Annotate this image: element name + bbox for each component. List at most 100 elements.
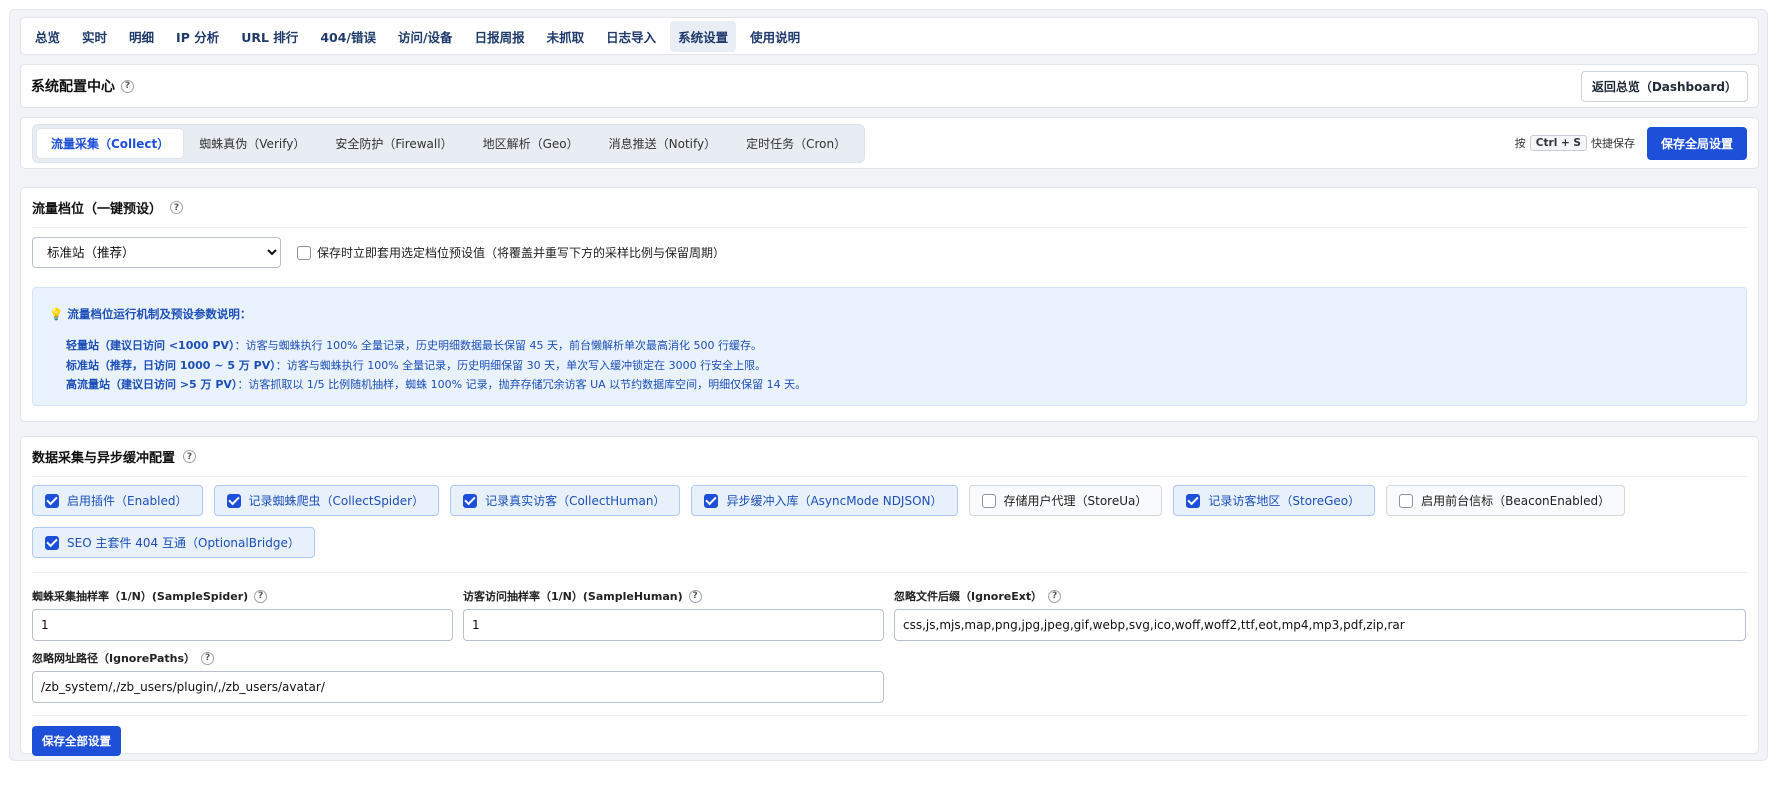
- apply-preset-checkbox[interactable]: 保存时立即套用选定档位预设值（将覆盖并重写下方的采样比例与保留周期）: [297, 244, 725, 261]
- ignore-paths-input[interactable]: [32, 671, 884, 703]
- tier-info-line-title: 标准站（推荐，日访问 1000 ~ 5 万 PV）: [66, 358, 276, 372]
- collect-option-checkbox[interactable]: 异步缓冲入库（AsyncMode NDJSON）: [691, 485, 958, 516]
- collect-option-label: 启用前台信标（BeaconEnabled）: [1421, 494, 1611, 508]
- shortcut-prefix: 按: [1514, 137, 1526, 150]
- tier-row: 标准站（推荐） 保存时立即套用选定档位预设值（将覆盖并重写下方的采样比例与保留周…: [32, 237, 1747, 268]
- checkbox-icon[interactable]: [45, 535, 59, 550]
- tier-info-line-title: 高流量站（建议日访问 >5 万 PV）: [66, 378, 238, 391]
- collect-option-checkbox[interactable]: SEO 主套件 404 互通（OptionalBridge）: [32, 527, 315, 558]
- tier-info-heading: 💡 流量档位运行机制及预设参数说明：: [49, 306, 1730, 322]
- collect-option-checkbox[interactable]: 记录蜘蛛爬虫（CollectSpider）: [213, 485, 440, 516]
- checkbox-icon[interactable]: [463, 493, 478, 508]
- section-title: 数据采集与异步缓冲配置 ?: [32, 437, 1747, 477]
- collect-option-checkbox[interactable]: 启用前台信标（BeaconEnabled）: [1386, 485, 1626, 516]
- page-title-text: 系统配置中心: [31, 79, 115, 95]
- tier-info-line-title: 轻量站（建议日访问 <1000 PV）: [66, 339, 235, 352]
- collect-options: 启用插件（Enabled） 记录蜘蛛爬虫（CollectSpider） 记录真实访客…: [32, 485, 1747, 573]
- collect-option-label: SEO 主套件 404 互通（OptionalBridge）: [67, 536, 300, 550]
- collect-option-checkbox[interactable]: 启用插件（Enabled）: [32, 485, 203, 516]
- checkbox-icon[interactable]: [45, 493, 59, 508]
- collect-option-checkbox[interactable]: 记录真实访客（CollectHuman）: [450, 485, 681, 516]
- save-global-button[interactable]: 保存全局设置: [1646, 126, 1747, 160]
- save-all-button[interactable]: 保存全部设置: [32, 726, 121, 756]
- settings-subtab[interactable]: 蜘蛛真伪（Verify）: [185, 129, 319, 158]
- help-icon[interactable]: ?: [201, 651, 215, 665]
- help-icon[interactable]: ?: [183, 450, 197, 463]
- sample-spider-label: 蜘蛛采集抽样率（1/N）(SampleSpider): [32, 590, 249, 603]
- page-header: 系统配置中心 ? 返回总览（Dashboard）: [20, 64, 1759, 108]
- help-icon[interactable]: ?: [254, 589, 268, 603]
- field-label: 蜘蛛采集抽样率（1/N）(SampleSpider) ?: [32, 587, 453, 605]
- settings-subtab[interactable]: 地区解析（Geo）: [469, 129, 593, 158]
- nav-tab[interactable]: 明细: [121, 21, 162, 52]
- save-area: 按 Ctrl + S 快捷保存 保存全局设置: [1514, 126, 1747, 160]
- settings-subtabs-bar: 流量采集（Collect） 蜘蛛真伪（Verify） 安全防护（Firewall）地…: [20, 117, 1759, 169]
- ignore-ext-input[interactable]: [894, 609, 1746, 641]
- checkbox-icon[interactable]: [1399, 493, 1414, 508]
- field-label: 忽略网址路径（IgnorePaths） ?: [32, 649, 884, 667]
- tier-info-heading-text: 流量档位运行机制及预设参数说明：: [67, 307, 252, 321]
- checkbox-icon[interactable]: [981, 493, 996, 508]
- collect-option-label: 记录蜘蛛爬虫（CollectSpider）: [248, 494, 425, 508]
- checkbox-icon[interactable]: [1186, 493, 1201, 508]
- nav-tab[interactable]: 系统设置: [670, 20, 737, 52]
- settings-subtabs: 流量采集（Collect） 蜘蛛真伪（Verify） 安全防护（Firewall）地…: [32, 123, 866, 163]
- help-icon[interactable]: ?: [1048, 589, 1062, 603]
- collect-option-label: 记录访客地区（StoreGeo）: [1208, 494, 1361, 508]
- checkbox-icon[interactable]: [297, 245, 311, 260]
- sample-human-field: 访客访问抽样率（1/N）(SampleHuman) ?: [463, 587, 884, 641]
- tier-info-line-text: ：访客抓取以 1/5 比例随机抽样，蜘蛛 100% 记录，抛弃存储冗余访客 UA…: [237, 378, 807, 391]
- settings-subtab[interactable]: 定时任务（Cron）: [732, 129, 860, 158]
- collect-option-label: 启用插件（Enabled）: [67, 494, 188, 508]
- collect-section: 数据采集与异步缓冲配置 ? 启用插件（Enabled） 记录蜘蛛爬虫（Collec…: [20, 436, 1759, 756]
- nav-tab[interactable]: 总览: [27, 21, 68, 52]
- collect-fields: 蜘蛛采集抽样率（1/N）(SampleSpider) ? 访客访问抽样率（1/N…: [32, 587, 1747, 641]
- help-icon[interactable]: ?: [688, 589, 702, 603]
- nav-tab[interactable]: 使用说明: [742, 21, 808, 52]
- tier-select[interactable]: 标准站（推荐）: [32, 237, 281, 268]
- tier-info-line: 高流量站（建议日访问 >5 万 PV）：访客抓取以 1/5 比例随机抽样，蜘蛛 …: [66, 375, 1730, 395]
- page-title: 系统配置中心 ?: [31, 76, 134, 96]
- nav-tab[interactable]: 实时: [74, 21, 115, 52]
- tier-info-line: 标准站（推荐，日访问 1000 ~ 5 万 PV）：访客与蜘蛛执行 100% 全…: [66, 356, 1730, 376]
- shortcut-suffix: 快捷保存: [1590, 137, 1635, 150]
- sample-human-label: 访客访问抽样率（1/N）(SampleHuman): [463, 590, 683, 603]
- collect-footer: 保存全部设置: [32, 715, 1747, 756]
- help-icon[interactable]: ?: [121, 79, 134, 93]
- collect-option-label: 记录真实访客（CollectHuman）: [485, 494, 666, 508]
- top-nav: 总览 实时 明细 IP 分析 URL 排行 404/错误 访问/设备 日报周报 未抓取 日志导入系…: [20, 17, 1759, 55]
- checkbox-icon[interactable]: [226, 493, 241, 508]
- sample-spider-input[interactable]: [32, 609, 453, 641]
- settings-subtab[interactable]: 流量采集（Collect）: [37, 128, 184, 158]
- nav-tab[interactable]: 访问/设备: [390, 21, 461, 52]
- collect-option-checkbox[interactable]: 记录访客地区（StoreGeo）: [1173, 485, 1376, 516]
- lightbulb-icon: 💡: [49, 307, 64, 321]
- field-label: 访客访问抽样率（1/N）(SampleHuman) ?: [463, 587, 884, 605]
- traffic-tier-section: 流量档位（一键预设） ? 标准站（推荐） 保存时立即套用选定档位预设值（将覆盖并…: [20, 187, 1759, 422]
- tier-info-box: 💡 流量档位运行机制及预设参数说明： 轻量站（建议日访问 <1000 PV）：访…: [32, 287, 1747, 406]
- tier-info-line-text: ：访客与蜘蛛执行 100% 全量记录，历史明细保留 30 天，单次写入缓冲锁定在…: [275, 358, 767, 372]
- nav-tab[interactable]: 日报周报: [467, 21, 533, 52]
- tier-info-line-text: ：访客与蜘蛛执行 100% 全量记录，历史明细数据最长保留 45 天，前台懒解析…: [234, 339, 762, 352]
- collect-option-label: 异步缓冲入库（AsyncMode NDJSON）: [726, 494, 943, 508]
- nav-tab[interactable]: 未抓取: [539, 21, 593, 52]
- settings-frame: 总览 实时 明细 IP 分析 URL 排行 404/错误 访问/设备 日报周报 未抓取 日志导入系…: [9, 9, 1768, 761]
- nav-tab[interactable]: 日志导入: [598, 21, 664, 52]
- ignore-paths-field: 忽略网址路径（IgnorePaths） ?: [32, 649, 884, 703]
- back-to-dashboard-button[interactable]: 返回总览（Dashboard）: [1580, 70, 1748, 102]
- checkbox-icon[interactable]: [704, 493, 719, 508]
- tier-info-line: 轻量站（建议日访问 <1000 PV）：访客与蜘蛛执行 100% 全量记录，历史…: [66, 336, 1730, 356]
- collect-option-checkbox[interactable]: 存储用户代理（StoreUa）: [968, 485, 1163, 516]
- collect-option-label: 存储用户代理（StoreUa）: [1003, 494, 1148, 508]
- nav-tab[interactable]: 404/错误: [312, 21, 384, 52]
- settings-subtab[interactable]: 消息推送（Notify）: [595, 129, 730, 158]
- help-icon[interactable]: ?: [170, 201, 184, 214]
- section-title: 流量档位（一键预设） ?: [32, 188, 1747, 228]
- nav-tab[interactable]: URL 排行: [233, 21, 306, 52]
- ignore-paths-label: 忽略网址路径（IgnorePaths）: [32, 652, 196, 665]
- field-label: 忽略文件后缀（IgnoreExt） ?: [894, 587, 1746, 605]
- shortcut-key: Ctrl + S: [1529, 135, 1587, 151]
- settings-subtab[interactable]: 安全防护（Firewall）: [321, 129, 466, 158]
- nav-tab[interactable]: IP 分析: [168, 21, 227, 52]
- sample-human-input[interactable]: [463, 609, 884, 641]
